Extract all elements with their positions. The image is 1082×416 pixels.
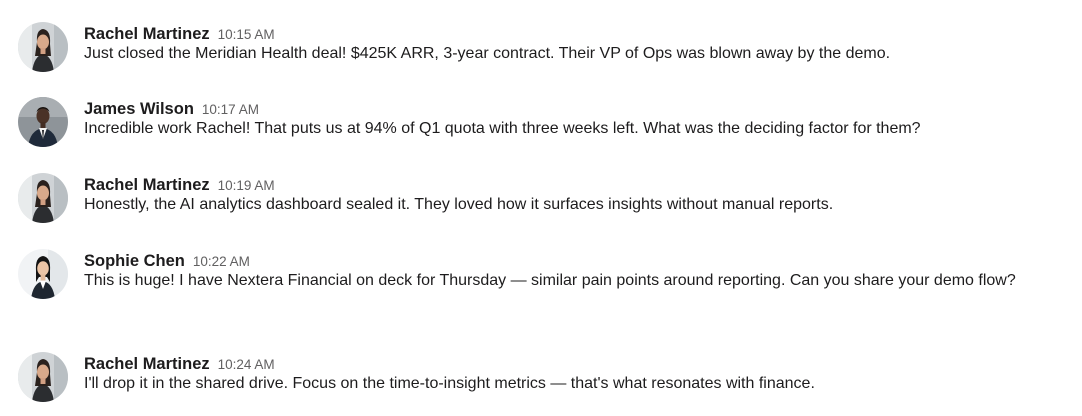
message-text: Incredible work Rachel! That puts us at … [84,120,921,137]
avatar-rachel-martinez[interactable] [18,22,68,72]
avatar-james-wilson[interactable] [18,97,68,147]
message-text: I'll drop it in the shared drive. Focus … [84,375,815,392]
message-text: Honestly, the AI analytics dashboard sea… [84,196,834,213]
avatar-rachel-martinez[interactable] [18,352,68,402]
avatar-sophie-chen[interactable] [18,249,68,299]
message-feed: Rachel Martinez 10:15 AM Just closed the … [0,0,1082,416]
message-text: Just closed the Meridian Health deal! $4… [84,45,891,62]
avatar-rachel-martinez[interactable] [18,173,68,223]
message-text: This is huge! I have Nextera Financial o… [84,272,1016,289]
